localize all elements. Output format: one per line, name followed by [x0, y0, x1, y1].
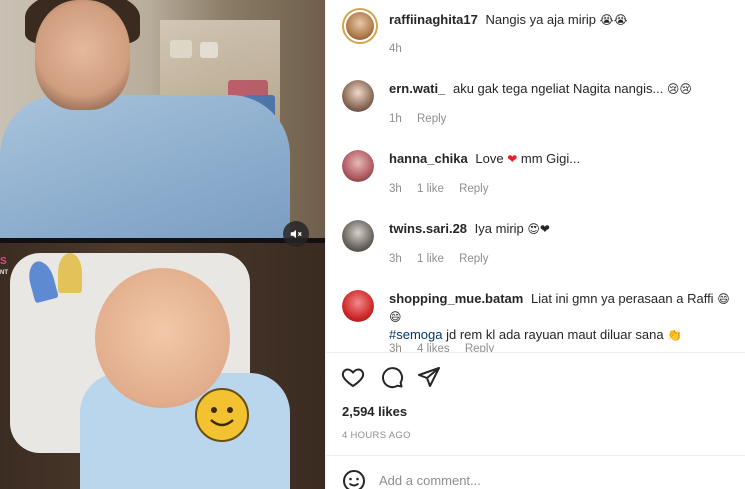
avatar[interactable] [342, 220, 374, 252]
avatar[interactable] [342, 8, 378, 44]
reply-button[interactable]: Reply [459, 253, 488, 265]
comment-username[interactable]: twins.sari.28 [389, 221, 467, 236]
comment-likes[interactable]: 1 like [417, 183, 444, 195]
comment-text: Liat ini gmn ya perasaan a Raffi [530, 291, 714, 306]
divider [326, 455, 745, 456]
add-comment-input[interactable]: Add a comment... [379, 473, 481, 488]
comment-list[interactable]: raffiinaghita17 Nangis ya aja mirip 😭😭 4… [326, 0, 745, 352]
comment-text-line2: jd rem kl ada rayuan maut diluar sana [446, 327, 664, 342]
comment-username[interactable]: shopping_mue.batam [389, 291, 523, 306]
smile-icon[interactable] [342, 469, 366, 489]
comment-likes[interactable]: 4 likes [417, 343, 450, 352]
heart-emoji: ❤ [507, 152, 518, 166]
avatar[interactable] [342, 80, 374, 112]
caption-emoji: 😭😭 [599, 13, 628, 27]
video-frame-top [0, 0, 325, 238]
shelf-item [170, 40, 192, 58]
comment-time: 1h [389, 113, 402, 125]
toy-horn [58, 253, 82, 293]
comment-emoji: 😍❤ [527, 222, 550, 236]
reply-button[interactable]: Reply [417, 113, 446, 125]
comment-text-after: mm Gigi... [520, 151, 581, 166]
comment-time: 3h [389, 183, 402, 195]
comment-text: Iya mirip [474, 221, 524, 236]
smiley-patch [195, 388, 249, 442]
comment-icon[interactable] [379, 364, 405, 390]
likes-count[interactable]: 2,594 likes [342, 404, 407, 419]
caption-time: 4h [389, 43, 402, 55]
comment-username[interactable]: ern.wati_ [389, 81, 445, 96]
caption-username[interactable]: raffiinaghita17 [389, 12, 478, 27]
reply-button[interactable]: Reply [465, 343, 494, 352]
channel-logo: S NT [0, 256, 8, 277]
send-icon[interactable] [416, 364, 442, 390]
comment-emoji: 😢😢 [666, 82, 692, 96]
reply-button[interactable]: Reply [459, 183, 488, 195]
post-timestamp: 4 HOURS AGO [342, 430, 411, 441]
divider [326, 352, 745, 353]
person-shirt [0, 95, 290, 238]
person-face [35, 0, 130, 110]
comment-text: Love [475, 151, 504, 166]
comment-time: 3h [389, 253, 402, 265]
comment-username[interactable]: hanna_chika [389, 151, 468, 166]
shelf-item [200, 42, 218, 58]
comment-time: 3h [389, 343, 402, 352]
clap-emoji: 👏 [667, 328, 683, 342]
caption-text: Nangis ya aja mirip [485, 12, 597, 27]
avatar[interactable] [342, 150, 374, 182]
avatar[interactable] [342, 290, 374, 322]
video-frame-bottom: S NT [0, 243, 325, 489]
speaker-muted-icon[interactable] [283, 221, 309, 247]
hashtag-link[interactable]: #semoga [389, 327, 442, 342]
comment-likes[interactable]: 1 like [417, 253, 444, 265]
comment-text: aku gak tega ngeliat Nagita nangis... [452, 81, 664, 96]
comments-panel: raffiinaghita17 Nangis ya aja mirip 😭😭 4… [325, 0, 745, 489]
heart-icon[interactable] [340, 364, 366, 390]
post-media[interactable]: S NT [0, 0, 325, 489]
baby-face [95, 268, 230, 408]
